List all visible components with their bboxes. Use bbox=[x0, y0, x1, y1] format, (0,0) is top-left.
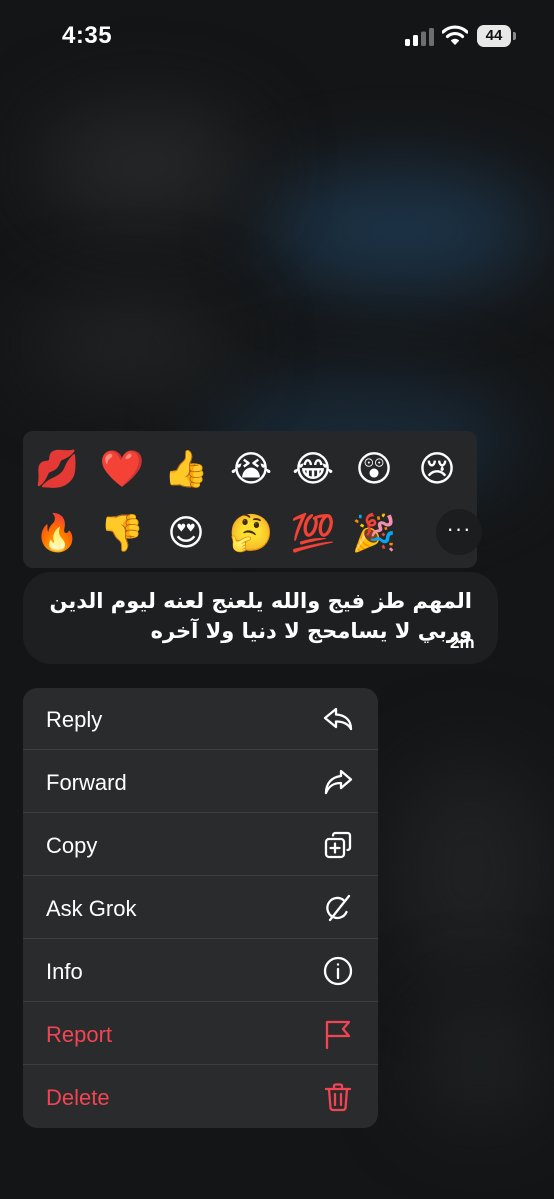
message-line-1: المهم طز فيج والله يلعنج لعنه ليوم الدين bbox=[49, 589, 473, 613]
menu-item-copy[interactable]: Copy bbox=[23, 814, 378, 876]
message-text: المهم طز فيج والله يلعنج لعنه ليوم الدين… bbox=[32, 586, 473, 646]
reaction-fire[interactable]: 🔥 bbox=[33, 509, 81, 557]
menu-item-label: Copy bbox=[46, 833, 98, 858]
status-bar: 4:35 44 bbox=[0, 0, 554, 74]
reaction-astonished[interactable]: 😲 bbox=[350, 445, 398, 493]
menu-item-forward[interactable]: Forward bbox=[23, 751, 378, 813]
menu-item-reply[interactable]: Reply bbox=[23, 688, 378, 750]
reaction-loudly-crying[interactable]: 😭 bbox=[227, 445, 275, 493]
info-icon bbox=[323, 956, 353, 986]
forward-icon bbox=[324, 769, 353, 795]
reaction-thumbs-down[interactable]: 👎 bbox=[98, 509, 146, 557]
grok-icon bbox=[326, 894, 351, 922]
cellular-signal-icon bbox=[405, 28, 434, 46]
flag-icon bbox=[325, 1020, 351, 1050]
reaction-thinking[interactable]: 🤔 bbox=[227, 509, 275, 557]
wifi-icon bbox=[442, 25, 468, 45]
menu-item-label: Reply bbox=[46, 707, 103, 732]
reaction-heart-eyes[interactable]: 😍 bbox=[162, 509, 210, 557]
battery-level: 44 bbox=[477, 25, 511, 47]
reaction-hundred[interactable]: 💯 bbox=[289, 509, 337, 557]
reaction-kiss[interactable]: 💋 bbox=[33, 445, 81, 493]
menu-item-label: Info bbox=[46, 959, 83, 984]
menu-item-label: Ask Grok bbox=[46, 896, 137, 921]
status-time: 4:35 bbox=[62, 22, 113, 49]
message-context-menu: Reply Forward Copy Ask Grok Info Report … bbox=[23, 688, 378, 1128]
message-timestamp: 2m bbox=[450, 633, 475, 652]
message-line-2: وربي لا يسامحج لا دنيا ولا آخره bbox=[150, 619, 472, 643]
reaction-thumbs-up[interactable]: 👍 bbox=[162, 445, 210, 493]
message-bubble[interactable]: المهم طز فيج والله يلعنج لعنه ليوم الدين… bbox=[23, 572, 498, 664]
battery-icon: 44 bbox=[477, 25, 517, 47]
menu-item-label: Forward bbox=[46, 770, 127, 795]
reaction-party-popper[interactable]: 🎉 bbox=[350, 509, 398, 557]
reaction-heart[interactable]: ❤️ bbox=[98, 445, 146, 493]
reaction-tears-of-joy[interactable]: 😂 bbox=[289, 445, 337, 493]
reaction-crying[interactable]: 😢 bbox=[413, 445, 461, 493]
menu-item-report[interactable]: Report bbox=[23, 1003, 378, 1065]
more-icon: ··· bbox=[446, 516, 472, 541]
menu-item-delete[interactable]: Delete bbox=[23, 1066, 378, 1128]
trash-icon bbox=[324, 1083, 352, 1112]
copy-icon bbox=[324, 831, 352, 859]
reply-icon bbox=[323, 707, 353, 731]
menu-item-label: Report bbox=[46, 1022, 113, 1047]
menu-item-ask-grok[interactable]: Ask Grok bbox=[23, 877, 378, 939]
menu-item-info[interactable]: Info bbox=[23, 940, 378, 1002]
menu-item-label: Delete bbox=[46, 1085, 110, 1110]
more-reactions-button[interactable]: ··· bbox=[436, 509, 482, 555]
reaction-picker: 💋 ❤️ 👍 😭 😂 😲 😢 🔥 👎 😍 🤔 💯 🎉 ··· bbox=[23, 431, 482, 568]
